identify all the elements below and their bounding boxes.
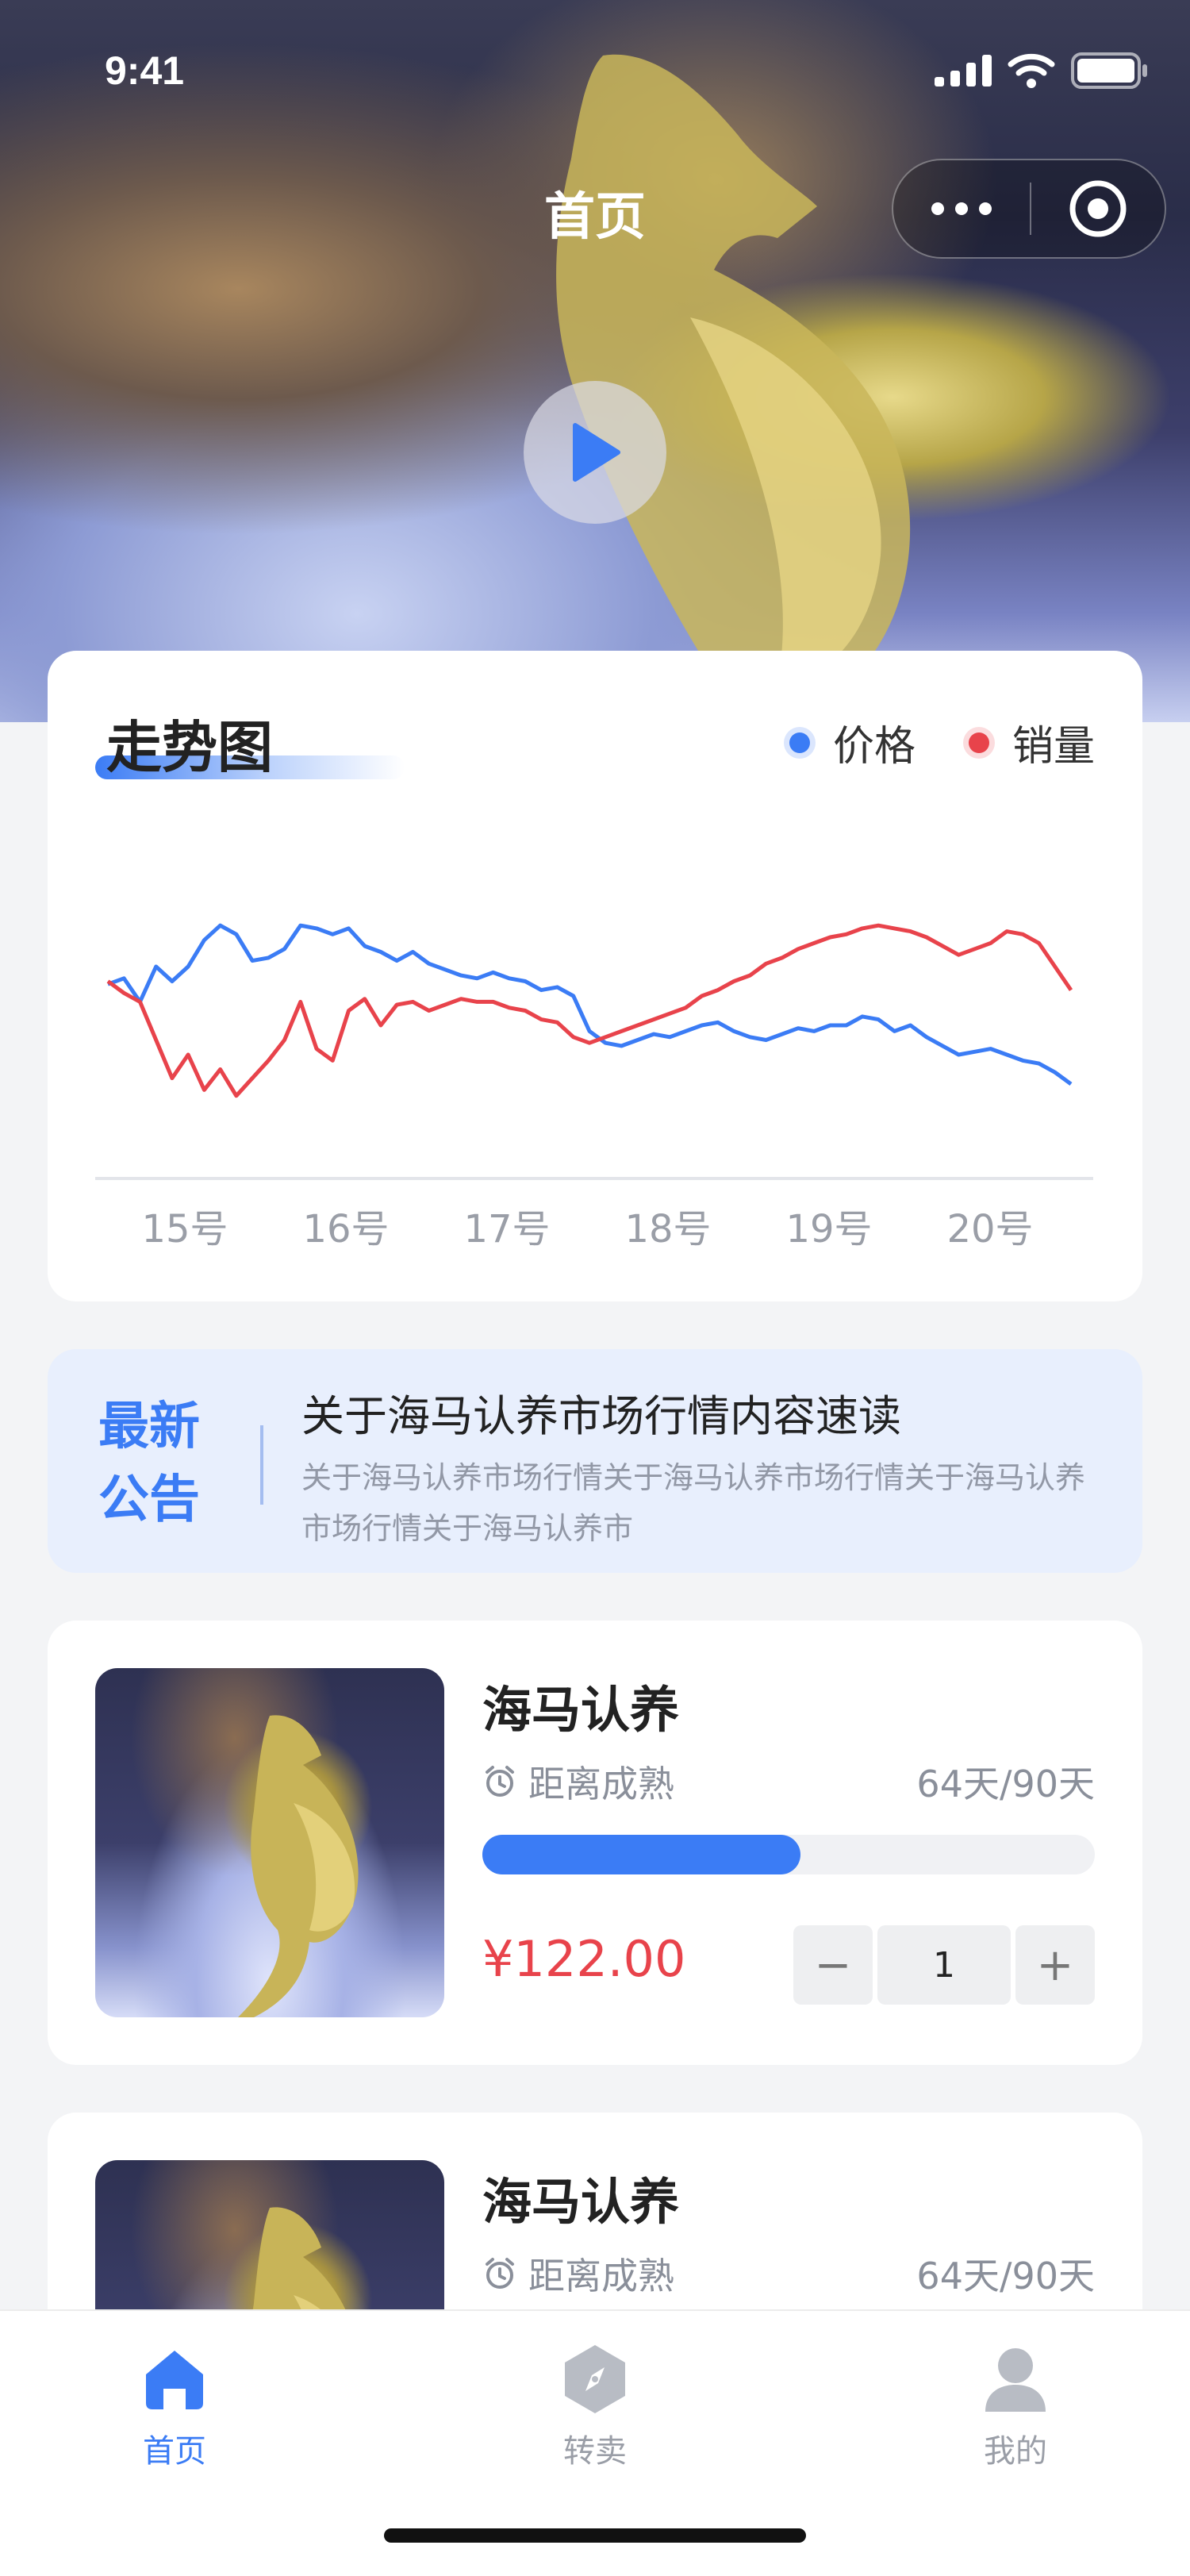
tab-label: 转卖	[563, 2433, 627, 2470]
product-name: 海马认养	[482, 1681, 680, 1739]
announcement-card[interactable]: 最新公告 关于海马认养市场行情内容速读 关于海马认养市场行情关于海马认养市场行情…	[48, 1349, 1142, 1573]
x-tick-label: 18号	[624, 1207, 711, 1251]
wifi-icon	[1008, 53, 1055, 88]
maturity-label: 距离成熟	[528, 2255, 674, 2297]
announcement-title: 关于海马认养市场行情内容速读	[301, 1391, 901, 1441]
decrease-quantity-button[interactable]: −	[793, 1925, 873, 2005]
series-line-sales	[106, 923, 1073, 1098]
close-miniprogram-button[interactable]	[1031, 177, 1165, 240]
x-tick-label: 20号	[946, 1207, 1033, 1251]
target-icon	[1069, 180, 1127, 237]
increase-quantity-button[interactable]: +	[1015, 1925, 1095, 2005]
miniprogram-capsule	[892, 159, 1166, 259]
product-card[interactable]: 海马认养 距离成熟 64天/90天 ¥122.00 − 1 +	[48, 1621, 1142, 2065]
tab-label: 首页	[143, 2433, 206, 2470]
home-icon	[146, 2351, 203, 2409]
tab-resell[interactable]: 转卖	[476, 2340, 714, 2471]
maturity-row: 距离成熟 64天/90天	[482, 1755, 1095, 1808]
alarm-clock-icon	[486, 2258, 514, 2289]
quantity-stepper: − 1 +	[793, 1925, 1095, 2005]
product-price: ¥122.00	[482, 1930, 686, 1988]
product-image	[95, 1668, 444, 2017]
status-icons	[935, 52, 1149, 89]
announcement-tag: 最新公告	[98, 1398, 200, 1529]
x-tick-label: 19号	[785, 1207, 872, 1251]
announcement-summary: 关于海马认养市场行情关于海马认养市场行情关于海马认养市场行情关于海马认养市	[301, 1460, 1086, 1546]
more-button[interactable]	[893, 202, 1030, 215]
more-dot-icon	[955, 202, 968, 215]
battery-icon	[1071, 52, 1147, 89]
announcement-divider	[260, 1425, 263, 1505]
alarm-clock-icon	[486, 1766, 514, 1797]
maturity-label-group: 距离成熟	[482, 1755, 674, 1808]
tab-label: 我的	[984, 2433, 1047, 2470]
tab-mine[interactable]: 我的	[896, 2340, 1134, 2471]
compass-icon	[565, 2345, 625, 2413]
status-bar: 9:41	[0, 0, 1190, 143]
more-dot-icon	[979, 202, 992, 215]
maturity-days: 64天/90天	[916, 2255, 1095, 2297]
maturity-label-group: 距离成熟	[482, 2247, 674, 2300]
maturity-row: 距离成熟 64天/90天	[482, 2247, 1095, 2300]
more-dot-icon	[931, 202, 944, 215]
maturity-progress-bar	[482, 1835, 1095, 1874]
home-indicator	[384, 2528, 806, 2543]
quantity-value[interactable]: 1	[877, 1925, 1011, 2005]
user-icon	[985, 2348, 1046, 2412]
tab-home[interactable]: 首页	[56, 2340, 294, 2471]
maturity-days: 64天/90天	[916, 1763, 1095, 1805]
trend-line-chart: 15号 16号 17号 18号 19号 20号	[95, 923, 1093, 1251]
product-name: 海马认养	[482, 2173, 680, 2231]
play-icon	[573, 423, 620, 482]
play-button[interactable]	[524, 381, 666, 524]
x-tick-label: 16号	[302, 1207, 389, 1251]
maturity-progress-fill	[482, 1835, 801, 1874]
x-tick-label: 17号	[463, 1207, 550, 1251]
maturity-label: 距离成熟	[528, 1763, 674, 1805]
status-time: 9:41	[105, 48, 185, 93]
trend-chart-card: 走势图 价格 销量 15号 16号 17号 18号 19号 20号	[48, 651, 1142, 1301]
x-tick-label: 15号	[141, 1207, 228, 1251]
seahorse-thumbnail	[238, 1715, 359, 2017]
series-line-price	[107, 923, 1073, 1086]
signal-icon	[935, 55, 992, 87]
